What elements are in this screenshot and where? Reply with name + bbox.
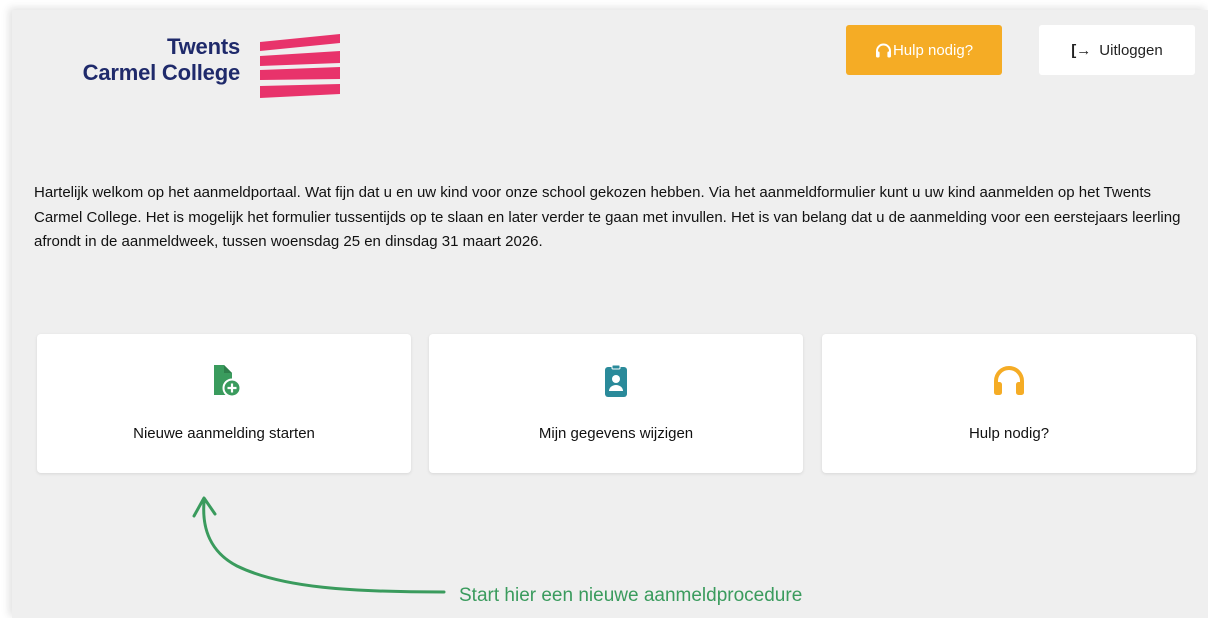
logout-arrow-icon: [→ <box>1071 41 1092 59</box>
annotation-text: Start hier een nieuwe aanmeldprocedure <box>459 585 803 606</box>
help-button[interactable]: Hulp nodig? <box>846 25 1002 75</box>
headphones-icon <box>994 366 1024 395</box>
logout-button-label: Uitloggen <box>1099 41 1163 59</box>
help-button-label: Hulp nodig? <box>892 41 974 59</box>
school-logo[interactable]: Twents Carmel College <box>37 34 357 108</box>
new-registration-label: Nieuwe aanmelding starten <box>133 425 315 442</box>
logo-wordmark: Twents Carmel College <box>37 34 241 86</box>
welcome-text: Hartelijk welkom op het aanmeldportaal. … <box>34 184 1181 250</box>
logout-button[interactable]: [→ Uitloggen <box>1039 25 1195 75</box>
help-card[interactable]: Hulp nodig? <box>822 334 1196 473</box>
curved-arrow-icon <box>192 496 446 594</box>
logo-line-2: Carmel College <box>82 60 241 85</box>
file-add-icon <box>214 365 241 398</box>
id-badge-icon <box>605 364 627 397</box>
edit-details-card[interactable]: Mijn gegevens wijzigen <box>429 334 803 473</box>
page-background: Twents Carmel College Hulp nodig? [→ Uit… <box>12 10 1208 618</box>
edit-details-label: Mijn gegevens wijzigen <box>538 425 694 442</box>
headset-icon <box>875 43 891 57</box>
logo-line-1: Twents <box>167 34 240 59</box>
new-registration-card[interactable]: Nieuwe aanmelding starten <box>37 334 411 473</box>
logo-stripes-icon <box>260 34 340 98</box>
help-card-label: Hulp nodig? <box>968 425 1050 442</box>
